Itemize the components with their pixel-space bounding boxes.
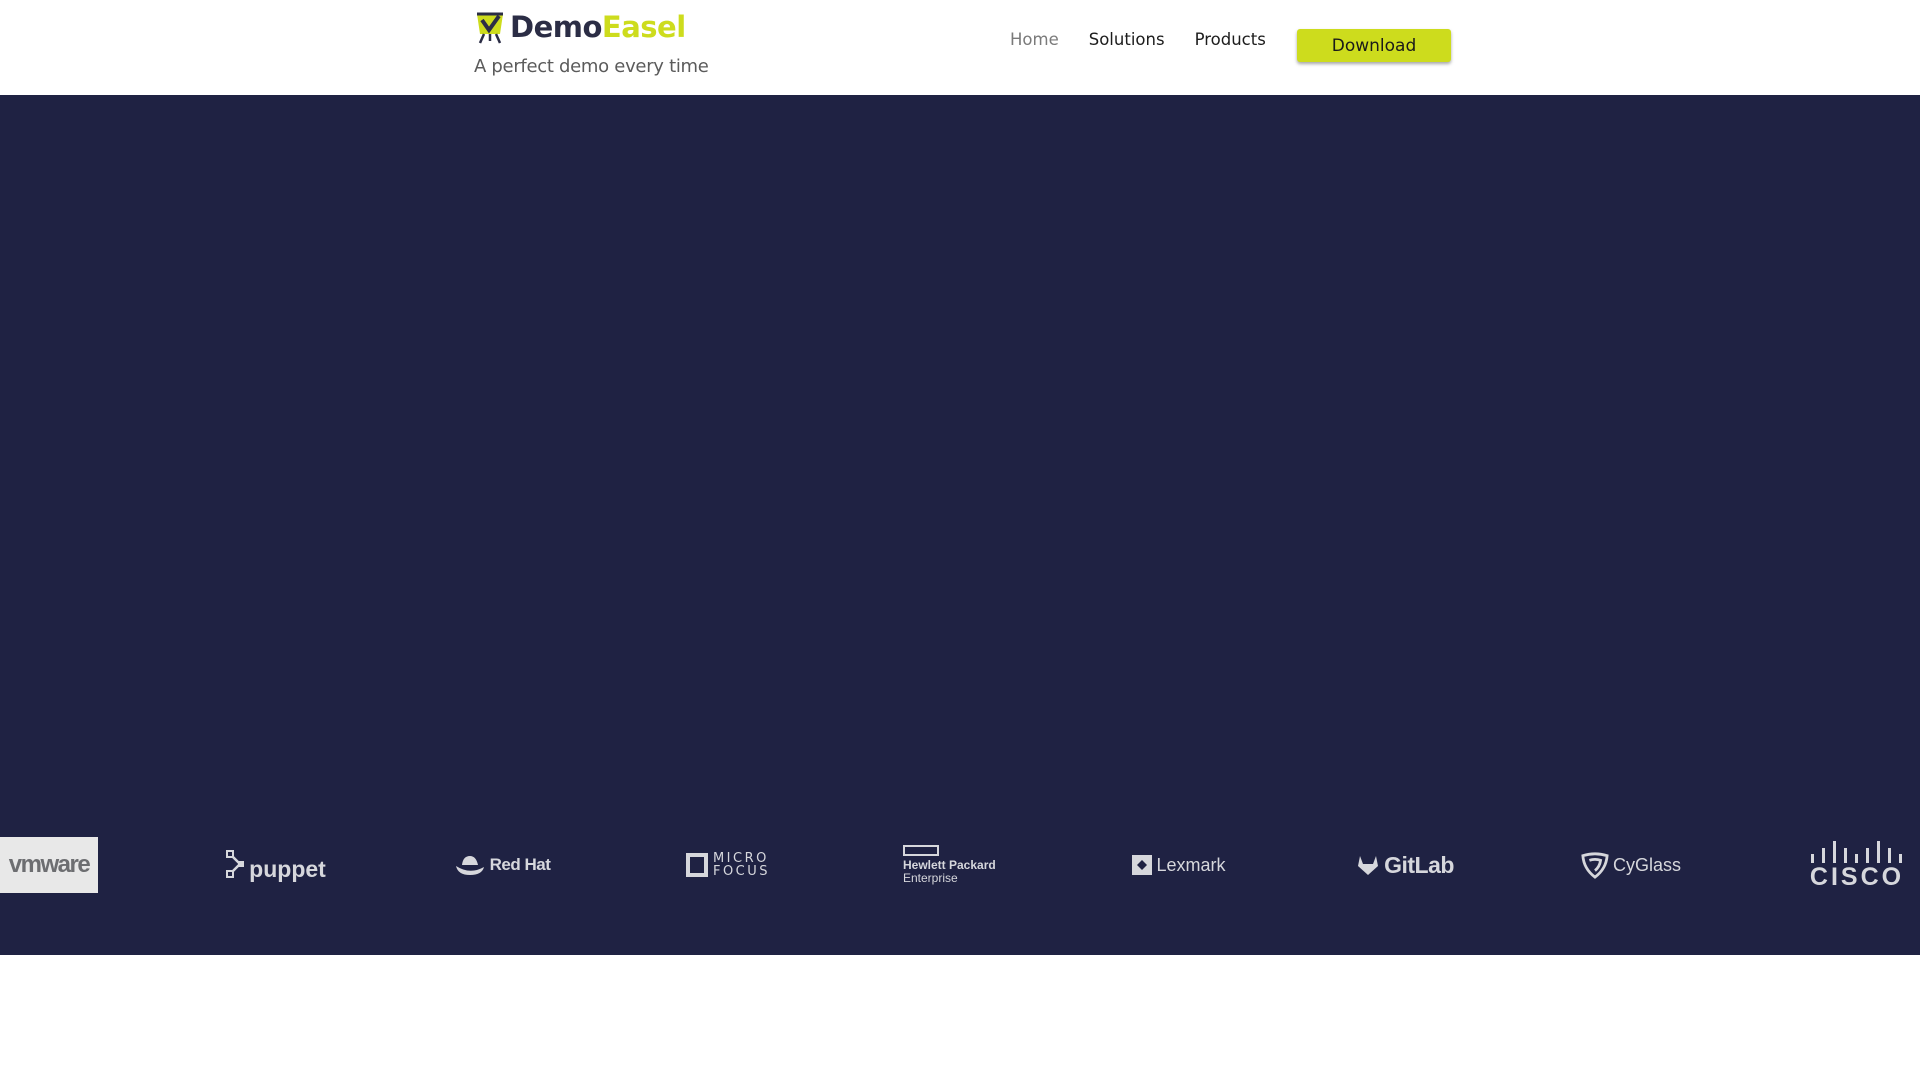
brand-name: DemoEasel	[510, 10, 686, 44]
brand-tagline: A perfect demo every time	[474, 56, 709, 77]
partner-logo-strip: vmware puppet Red Hat MICRO FOCUS Hewlet…	[0, 837, 1920, 893]
micro-focus-square-icon	[685, 853, 708, 877]
hpe-logo-line2: Enterprise	[903, 871, 958, 885]
cyglass-shield-icon	[1581, 852, 1609, 879]
brand-logo-link[interactable]: DemoEasel	[474, 10, 686, 44]
nav-item-home[interactable]: Home	[1010, 30, 1059, 49]
partner-logo-lexmark[interactable]: Lexmark	[1129, 837, 1229, 893]
brand-name-part1: Demo	[510, 10, 602, 44]
download-button[interactable]: Download	[1297, 29, 1451, 62]
page-below-hero	[0, 955, 1920, 1080]
micro-focus-line2: FOCUS	[712, 864, 771, 879]
hpe-rectangle-icon	[903, 845, 939, 856]
partner-logo-puppet[interactable]: puppet	[226, 837, 326, 893]
vmware-logo-text: vmware	[8, 851, 91, 878]
brand-name-part2: Easel	[601, 10, 686, 44]
gitlab-fox-icon	[1358, 856, 1379, 875]
main-nav: Home Solutions Products	[1010, 30, 1296, 49]
gitlab-logo-text: GitLab	[1384, 851, 1454, 878]
hero-section: vmware puppet Red Hat MICRO FOCUS Hewlet…	[0, 95, 1920, 955]
nav-item-products[interactable]: Products	[1195, 30, 1266, 49]
partner-logo-micro-focus[interactable]: MICRO FOCUS	[678, 837, 778, 893]
micro-focus-logo-text: MICRO FOCUS	[713, 852, 770, 878]
easel-checkmark-logo-icon	[477, 12, 503, 44]
cyglass-logo-text: CyGlass	[1612, 854, 1681, 875]
partner-logo-cyglass[interactable]: CyGlass	[1581, 837, 1681, 893]
lexmark-diamond-icon	[1132, 855, 1153, 875]
nav-item-solutions[interactable]: Solutions	[1089, 30, 1165, 49]
red-hat-logo-text: Red Hat	[489, 855, 551, 874]
partner-logo-vmware[interactable]: vmware	[0, 837, 98, 893]
partner-logo-gitlab[interactable]: GitLab	[1355, 837, 1455, 893]
partner-logo-cisco[interactable]: CISCO	[1807, 837, 1907, 893]
puppet-icon	[226, 850, 245, 878]
site-header: DemoEasel A perfect demo every time Home…	[0, 0, 1920, 95]
red-hat-icon	[455, 856, 484, 875]
vmware-logo-tile: vmware	[0, 837, 98, 893]
partner-logo-hpe[interactable]: Hewlett Packard Enterprise	[903, 837, 1005, 893]
partner-logo-red-hat[interactable]: Red Hat	[452, 837, 552, 893]
cisco-bars-icon	[1811, 841, 1902, 863]
puppet-logo-text: puppet	[249, 855, 326, 882]
cisco-logo-text: CISCO	[1809, 863, 1905, 891]
lexmark-logo-text: Lexmark	[1156, 854, 1226, 875]
